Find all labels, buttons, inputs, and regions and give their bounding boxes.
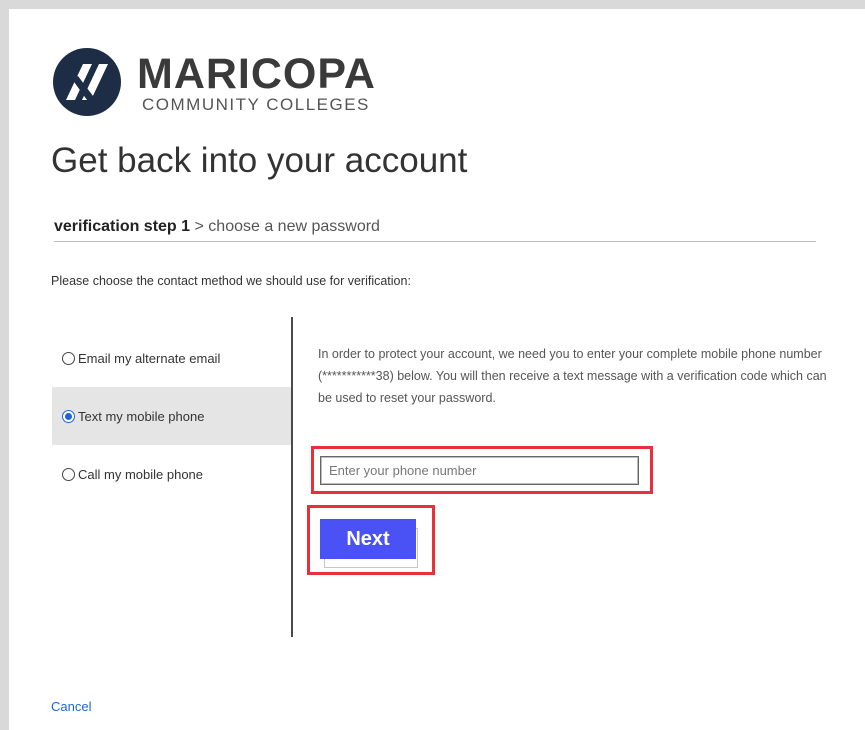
breadcrumb: verification step 1 > choose a new passw… [54,218,380,236]
verification-description: In order to protect your account, we nee… [318,347,827,405]
option-text-mobile[interactable]: Text my mobile phone [52,387,292,445]
brand-name: MARICOPA [137,50,376,98]
brand-subtitle: COMMUNITY COLLEGES [142,95,370,114]
page-title: Get back into your account [51,141,468,180]
vertical-divider [291,317,293,637]
option-call-mobile[interactable]: Call my mobile phone [52,445,292,503]
maricopa-logo-icon [53,48,121,116]
cancel-link[interactable]: Cancel [51,699,91,714]
option-label: Call my mobile phone [78,466,204,482]
next-step: choose a new password [208,218,380,235]
instruction-text: Please choose the contact method we shou… [51,274,411,288]
radio-call-mobile[interactable] [62,467,75,481]
divider [54,241,816,242]
password-reset-panel: MARICOPA COMMUNITY COLLEGES Get back int… [9,9,865,730]
current-step: verification step 1 [54,218,191,235]
phone-number-input[interactable] [320,456,639,485]
radio-text-mobile[interactable] [62,409,75,423]
brand-logo: MARICOPA COMMUNITY COLLEGES [52,46,392,126]
radio-email-alternate[interactable] [62,351,75,365]
option-email-alternate[interactable]: Email my alternate email [52,329,292,387]
option-label: Email my alternate email [78,350,221,366]
option-label: Text my mobile phone [78,408,205,424]
contact-method-list: Email my alternate email Text my mobile … [52,329,292,503]
next-button[interactable]: Next [320,519,416,559]
step-separator: > [194,218,204,235]
